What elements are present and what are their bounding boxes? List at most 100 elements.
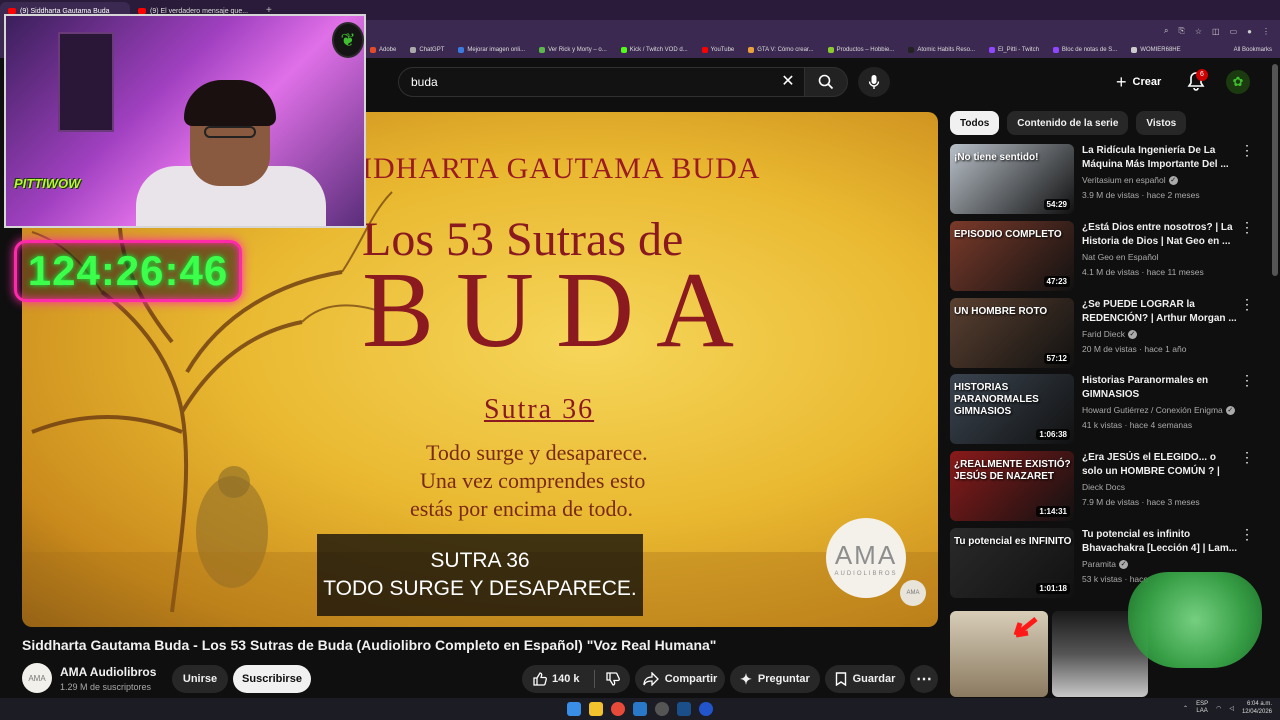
join-button[interactable]: Unirse xyxy=(172,665,228,693)
cast-icon[interactable]: ▭ xyxy=(1230,27,1238,36)
video-big-title: BUDA xyxy=(362,251,757,370)
bookmark-item[interactable]: Adobe xyxy=(370,47,396,53)
bookmark-item[interactable]: Productos – Hobbie... xyxy=(827,47,894,53)
tray-chevron-icon[interactable]: ⌃ xyxy=(1183,705,1188,712)
closed-captions: SUTRA 36 TODO SURGE Y DESAPARECE. xyxy=(317,534,643,616)
save-button[interactable]: Guardar xyxy=(825,665,905,693)
create-button[interactable]: + Crear xyxy=(1106,69,1171,95)
video-thumbnail[interactable]: EPISODIO COMPLETO 47:23 xyxy=(950,221,1074,291)
recommended-title[interactable]: La Ridícula Ingeniería De La Máquina Más… xyxy=(1082,144,1238,172)
page-scrollbar[interactable] xyxy=(1272,64,1278,276)
recommended-title[interactable]: ¿Era JESÚS el ELEGIDO... o solo un HOMBR… xyxy=(1082,451,1238,479)
bookmark-item[interactable]: El_Pitti - Twitch xyxy=(989,47,1039,53)
short-thumbnail[interactable] xyxy=(950,611,1048,697)
stream-timer: 124:26:46 xyxy=(14,240,242,302)
bookmark-item[interactable]: Ver Rick y Morty – o... xyxy=(539,47,607,53)
more-options-icon[interactable]: ⋮ xyxy=(1240,373,1254,387)
recommended-channel[interactable]: Howard Gutiérrez / Conexión Enigma ✓ xyxy=(1082,405,1235,416)
user-avatar[interactable]: ✿ xyxy=(1226,70,1250,94)
clear-search-icon[interactable]: ✕ xyxy=(778,72,798,92)
video-thumbnail[interactable]: ¿REALMENTE EXISTIÓ? JESÚS DE NAZARET 1:14… xyxy=(950,451,1074,521)
recommended-video[interactable]: ¿REALMENTE EXISTIÓ? JESÚS DE NAZARET 1:14… xyxy=(950,450,1268,521)
more-options-icon[interactable]: ⋮ xyxy=(1240,527,1254,541)
language-indicator[interactable]: ESP LAA xyxy=(1196,701,1208,715)
recommended-video[interactable]: ¡No tiene sentido! 54:29 La Ridícula Ingen… xyxy=(950,143,1268,214)
bookmark-item[interactable]: WOMIER68HE xyxy=(1131,47,1181,53)
recommended-title[interactable]: ¿Se PUEDE LOGRAR la REDENCIÓN? | Arthur … xyxy=(1082,298,1238,326)
bookmark-item[interactable]: Kick / Twitch VOD d... xyxy=(620,47,688,53)
bookmark-item[interactable]: ChatGPT xyxy=(410,47,444,53)
search-button[interactable] xyxy=(804,67,848,97)
file-explorer-icon[interactable] xyxy=(589,702,603,716)
recommended-channel[interactable]: Dieck Docs xyxy=(1082,482,1125,492)
share-label: Compartir xyxy=(664,673,718,685)
search-input[interactable]: buda xyxy=(398,67,804,97)
recommended-title[interactable]: Historias Paranormales en GIMNASIOS xyxy=(1082,374,1238,402)
filter-chip[interactable]: Vistos xyxy=(1136,111,1187,135)
filter-chip[interactable]: Contenido de la serie xyxy=(1007,111,1129,135)
dislike-icon[interactable] xyxy=(605,671,621,687)
save-label: Guardar xyxy=(852,673,896,685)
filter-chip[interactable]: Todos xyxy=(950,111,1000,135)
bookmark-item[interactable]: Mejorar imagen onli... xyxy=(458,47,525,53)
recommended-meta: 53 k vistas · hace xyxy=(1082,574,1149,584)
windows-taskbar: ⌃ ESP LAA ◠ ◁ 6:04 a.m. 12/04/2026 xyxy=(0,698,1280,720)
recommended-title[interactable]: Tu potencial es infinito Bhavachakra [Le… xyxy=(1082,528,1238,556)
recommended-title[interactable]: ¿Está Dios entre nosotros? | La Historia… xyxy=(1082,221,1238,249)
recommended-video[interactable]: HISTORIAS PARANORMALES GIMNASIOS 1:06:38 H… xyxy=(950,373,1268,444)
chrome-icon[interactable] xyxy=(611,702,625,716)
recommended-video[interactable]: EPISODIO COMPLETO 47:23 ¿Está Dios entre n… xyxy=(950,220,1268,291)
edge-icon[interactable] xyxy=(699,702,713,716)
video-duration: 1:06:38 xyxy=(1036,429,1070,440)
bookmark-label: Atomic Habits Reso... xyxy=(917,47,975,53)
recommended-channel[interactable]: Nat Geo en Español xyxy=(1082,252,1159,262)
steam-alt-icon[interactable] xyxy=(677,702,691,716)
voice-search-button[interactable] xyxy=(858,67,890,97)
video-thumbnail[interactable]: HISTORIAS PARANORMALES GIMNASIOS 1:06:38 xyxy=(950,374,1074,444)
more-options-icon[interactable]: ⋮ xyxy=(1240,297,1254,311)
share-button[interactable]: Compartir xyxy=(635,665,725,693)
bookmark-star-icon[interactable]: ☆ xyxy=(1195,27,1202,36)
more-actions-button[interactable]: ⋯ xyxy=(910,665,938,693)
more-options-icon[interactable]: ⋮ xyxy=(1240,143,1254,157)
bookmark-label: GTA V: Cómo crear... xyxy=(757,47,814,53)
all-bookmarks-button[interactable]: All Bookmarks xyxy=(1234,47,1272,53)
channel-watermark[interactable]: AMA xyxy=(900,580,926,606)
bookmark-item[interactable]: YouTube xyxy=(701,47,734,53)
video-heading-text: IDHARTA GAUTAMA BUDA xyxy=(362,152,761,185)
like-count[interactable]: 140 k xyxy=(552,673,580,685)
video-thumbnail[interactable]: Tu potencial es INFINITO 1:01:18 xyxy=(950,528,1074,598)
start-menu-icon[interactable] xyxy=(567,702,581,716)
zoom-icon[interactable]: ⌕ xyxy=(1164,26,1168,36)
thumbnail-text: EPISODIO COMPLETO xyxy=(954,229,1062,240)
bookmark-item[interactable]: Atomic Habits Reso... xyxy=(908,47,975,53)
github-icon[interactable] xyxy=(655,702,669,716)
bookmark-item[interactable]: GTA V: Cómo crear... xyxy=(748,47,814,53)
bookmark-label: Adobe xyxy=(379,47,397,53)
bookmark-item[interactable]: Bloc de notas de S... xyxy=(1052,47,1117,53)
more-options-icon[interactable]: ⋮ xyxy=(1240,220,1254,234)
more-options-icon[interactable]: ⋮ xyxy=(1240,450,1254,464)
browser-menu-icon[interactable]: ⋮ xyxy=(1262,27,1270,36)
profile-icon[interactable]: ● xyxy=(1247,27,1252,36)
share-page-icon[interactable]: ⎘ xyxy=(1178,26,1184,36)
video-thumbnail[interactable]: UN HOMBRE ROTO 57:12 xyxy=(950,298,1074,368)
ask-button[interactable]: ✦ Preguntar xyxy=(730,665,820,693)
recommended-channel[interactable]: Paramita ✓ xyxy=(1082,559,1129,570)
caption-line: SUTRA 36 xyxy=(430,549,530,572)
steam-icon[interactable] xyxy=(633,702,647,716)
extensions-icon[interactable]: ◫ xyxy=(1212,27,1220,36)
volume-icon[interactable]: ◁ xyxy=(1229,705,1234,712)
system-clock[interactable]: 6:04 a.m. 12/04/2026 xyxy=(1242,700,1272,716)
like-icon[interactable] xyxy=(532,671,548,687)
channel-name[interactable]: AMA Audiolibros xyxy=(60,665,156,679)
channel-avatar[interactable]: AMA xyxy=(22,663,52,693)
video-thumbnail[interactable]: ¡No tiene sentido! 54:29 xyxy=(950,144,1074,214)
recommended-video[interactable]: UN HOMBRE ROTO 57:12 ¿Se PUEDE LOGRAR la R… xyxy=(950,297,1268,368)
recommended-channel[interactable]: Farid Dieck ✓ xyxy=(1082,329,1137,340)
subscribe-button[interactable]: Suscribirse xyxy=(233,665,311,693)
join-label: Unirse xyxy=(182,673,218,685)
screen: (9) Siddharta Gautama Buda (9) El verdad… xyxy=(0,0,1280,720)
wifi-icon[interactable]: ◠ xyxy=(1216,705,1221,712)
recommended-channel[interactable]: Veritasium en español ✓ xyxy=(1082,175,1178,186)
